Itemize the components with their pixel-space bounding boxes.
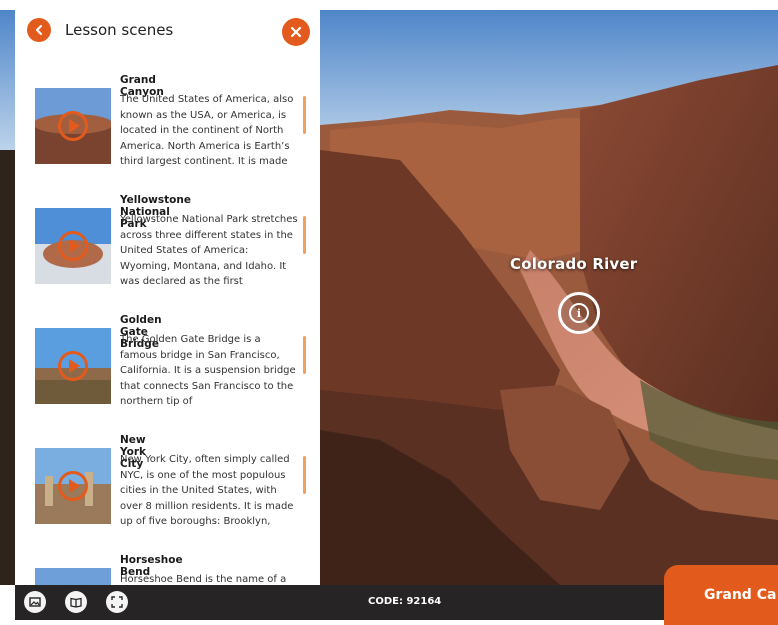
current-scene-tab[interactable]: Grand Ca [664,565,778,625]
book-icon [70,597,82,608]
back-button[interactable] [27,18,51,42]
panel-header: Lesson scenes [15,10,320,50]
scene-thumbnail[interactable] [35,208,111,284]
scene-thumbnail[interactable] [35,568,111,585]
scroll-indicator [303,336,306,374]
hotspot-label: Colorado River [510,255,638,273]
class-code: CODE: 92164 [368,596,442,607]
close-icon [290,26,302,38]
lesson-scenes-panel: Lesson scenes Grand Canyon The United St… [15,10,320,585]
play-icon [58,231,88,261]
scene-description: Horseshoe Bend is the name of a [120,574,287,585]
close-button[interactable] [282,18,310,46]
image-icon [29,597,41,607]
scroll-indicator [303,216,306,254]
scroll-indicator [303,456,306,494]
fullscreen-icon [111,596,123,608]
fullscreen-button[interactable] [106,591,128,613]
current-scene-label: Grand Ca [704,587,777,603]
play-icon [58,471,88,501]
book-button[interactable] [65,591,87,613]
info-hotspot-button[interactable]: i [558,292,600,334]
play-icon [58,351,88,381]
scene-description: The United States of America, also known… [120,94,294,167]
scene-thumbnail[interactable] [35,448,111,524]
info-icon: i [569,303,589,323]
panel-title: Lesson scenes [65,21,174,39]
image-button[interactable] [24,591,46,613]
scene-thumbnail-image [35,568,111,585]
chevron-left-icon [35,24,43,36]
scroll-indicator [303,96,306,134]
scene-thumbnail[interactable] [35,328,111,404]
scene-description: Yellowstone National Park stretches acro… [120,214,298,287]
play-icon [58,111,88,141]
scene-description: The Golden Gate Bridge is a famous bridg… [120,334,296,407]
scene-description: New York City, often simply called NYC, … [120,454,294,527]
scene-thumbnail[interactable] [35,88,111,164]
